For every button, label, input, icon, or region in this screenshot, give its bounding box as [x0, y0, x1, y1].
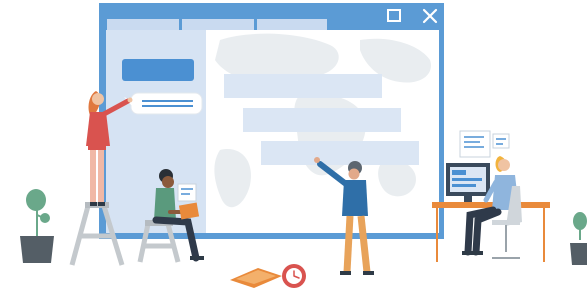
floating-doc-2	[492, 133, 510, 149]
plant-left	[20, 189, 54, 263]
content-bar-2	[243, 108, 401, 132]
plant-right	[570, 212, 587, 265]
desk-workstation	[432, 130, 550, 262]
hero-illustration	[20, 3, 587, 288]
tab-1[interactable]	[107, 19, 179, 30]
browser-window	[99, 3, 444, 239]
open-book	[230, 268, 282, 288]
content-bar-3	[261, 141, 419, 165]
floating-doc-1	[459, 130, 491, 158]
tab-2[interactable]	[182, 19, 254, 30]
content-bar-1	[224, 74, 382, 98]
tab-3[interactable]	[257, 19, 327, 30]
clock-icon	[282, 264, 306, 288]
chat-bubble	[124, 92, 203, 115]
sidebar-button[interactable]	[122, 59, 194, 81]
